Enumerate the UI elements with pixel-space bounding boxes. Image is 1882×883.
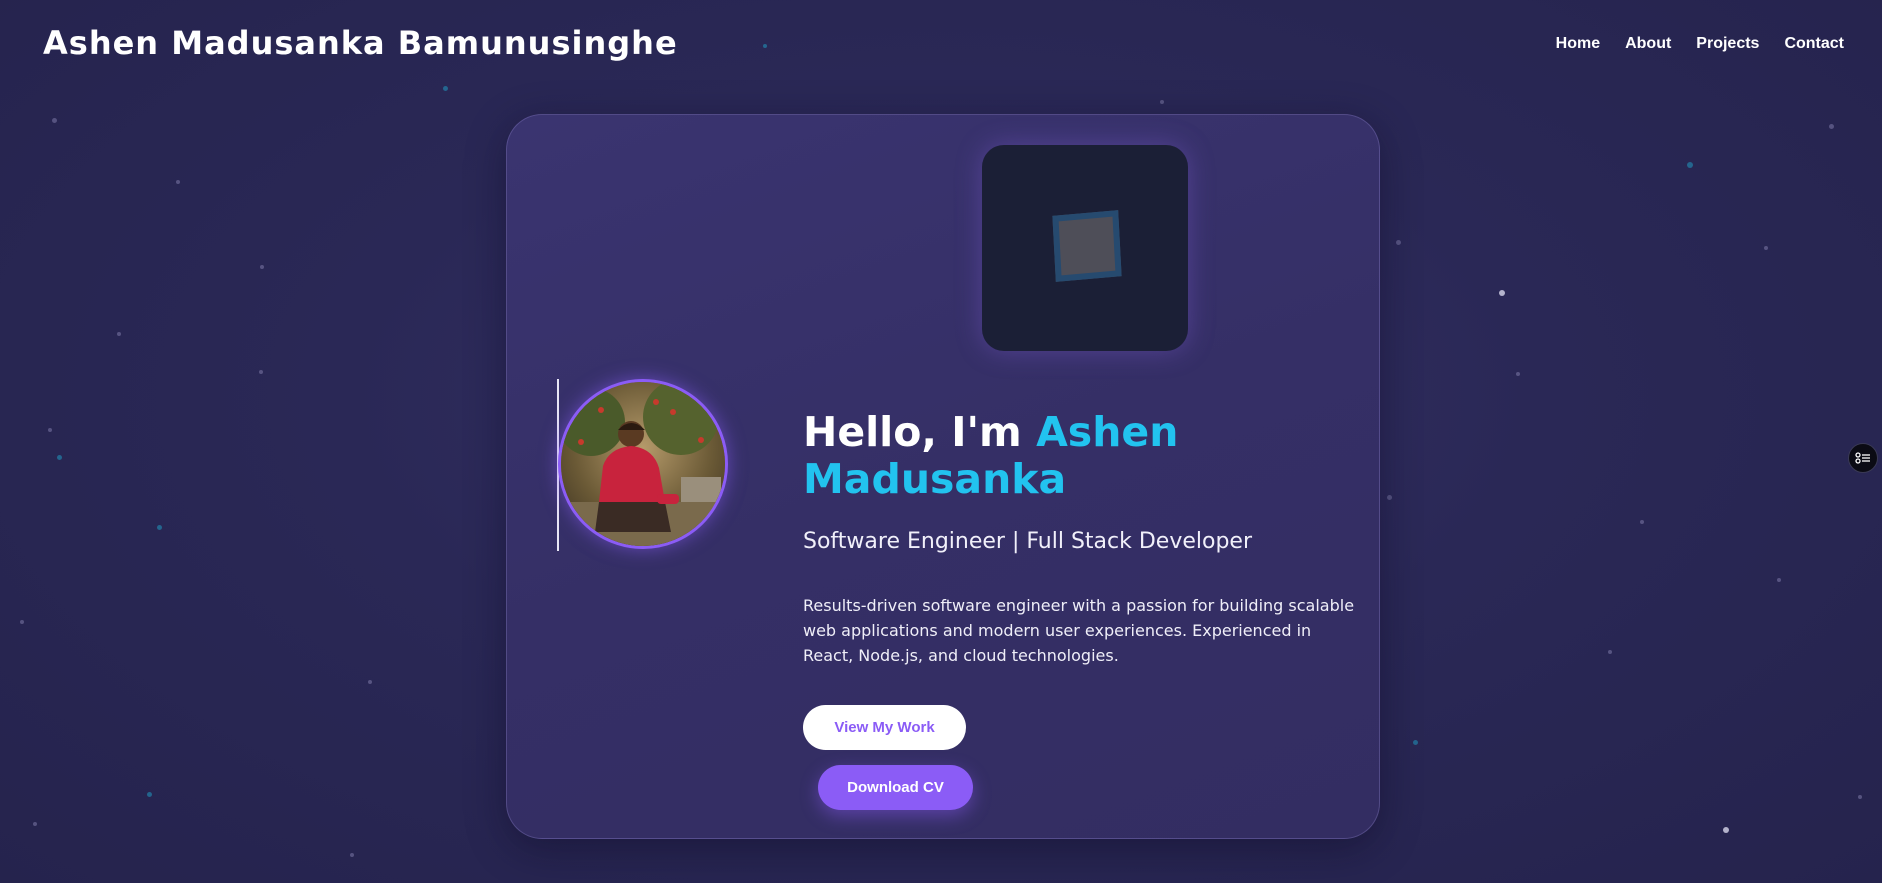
nav-link-about[interactable]: About: [1625, 35, 1671, 53]
download-cv-button[interactable]: Download CV: [818, 765, 973, 810]
hero-bio: Results-driven software engineer with a …: [803, 596, 1355, 665]
cube-icon: [1052, 210, 1122, 282]
greeting-prefix: Hello, I'm: [803, 408, 1037, 456]
nav-link-home[interactable]: Home: [1556, 35, 1600, 53]
site-title[interactable]: Ashen Madusanka Bamunusinghe: [43, 24, 678, 62]
nav-link-projects[interactable]: Projects: [1696, 35, 1759, 53]
accessibility-settings-icon[interactable]: [1848, 443, 1878, 473]
hero-greeting: Hello, I'm Ashen Madusanka: [803, 409, 1223, 503]
view-my-work-button[interactable]: View My Work: [803, 705, 966, 750]
nav-link-contact[interactable]: Contact: [1784, 35, 1844, 53]
avatar: [558, 379, 728, 549]
profile-photo: [561, 382, 725, 546]
main-nav: Home About Projects Contact: [1556, 35, 1844, 53]
hero-card: Hello, I'm Ashen Madusanka Software Engi…: [506, 114, 1380, 839]
showcase-panel: [982, 145, 1188, 351]
hero-role: Software Engineer | Full Stack Developer: [803, 529, 1253, 554]
